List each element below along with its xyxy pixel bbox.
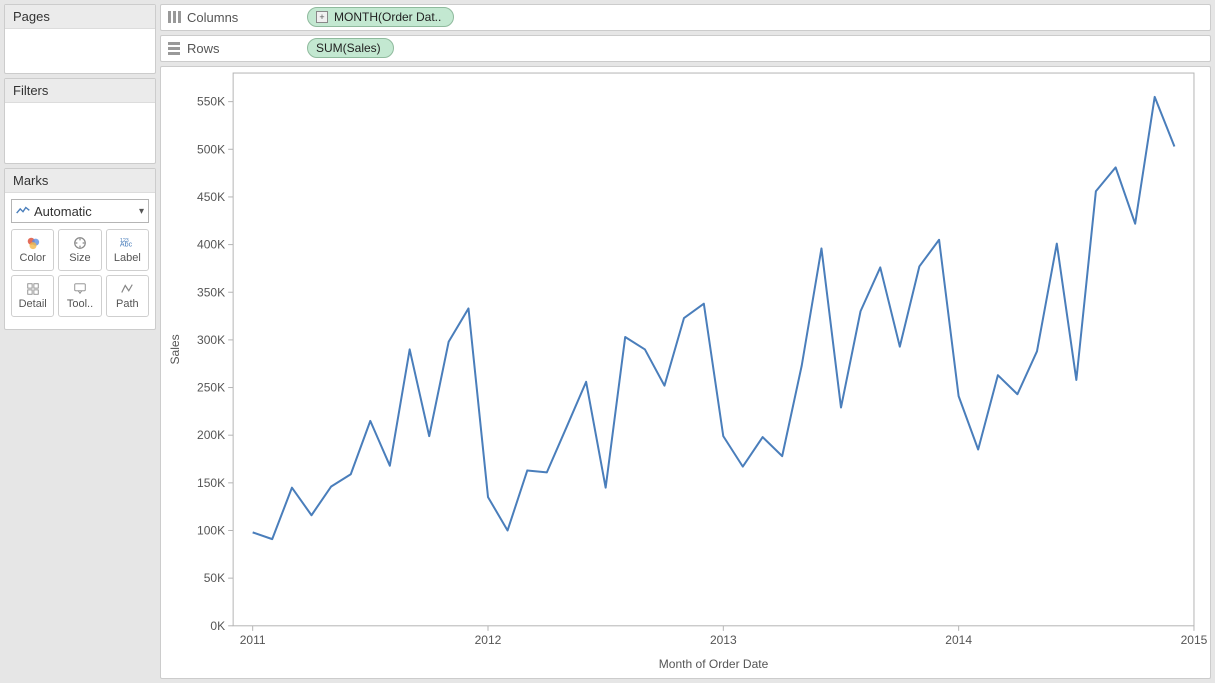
color-button[interactable]: Color <box>11 229 54 271</box>
svg-text:Sales: Sales <box>168 334 182 364</box>
rows-pill[interactable]: SUM(Sales) <box>307 38 394 58</box>
svg-text:Month of Order Date: Month of Order Date <box>659 657 769 671</box>
columns-icon <box>167 10 181 24</box>
svg-text:450K: 450K <box>197 190 225 204</box>
label-icon: Abc 123 <box>119 236 135 250</box>
svg-text:550K: 550K <box>197 94 225 108</box>
svg-text:2013: 2013 <box>710 633 737 647</box>
chart-view[interactable]: 0K 50K 100K 150K 200K 250K 300K 350K 400K 450K 500… <box>160 66 1211 679</box>
svg-text:123: 123 <box>120 238 129 244</box>
path-button[interactable]: Path <box>106 275 149 317</box>
svg-text:100K: 100K <box>197 523 225 537</box>
columns-label: Columns <box>187 10 238 25</box>
size-button[interactable]: Size <box>58 229 101 271</box>
columns-shelf[interactable]: Columns + MONTH(Order Dat.. <box>160 4 1211 31</box>
svg-text:2014: 2014 <box>945 633 972 647</box>
svg-text:0K: 0K <box>210 619 225 633</box>
detail-button[interactable]: Detail <box>11 275 54 317</box>
label-button[interactable]: Abc 123 Label <box>106 229 149 271</box>
svg-text:350K: 350K <box>197 285 225 299</box>
svg-text:300K: 300K <box>197 333 225 347</box>
expand-icon[interactable]: + <box>316 11 328 23</box>
line-chart-icon <box>16 206 30 216</box>
size-icon <box>72 236 88 250</box>
pages-title: Pages <box>5 5 155 29</box>
svg-text:150K: 150K <box>197 476 225 490</box>
path-icon <box>119 282 135 296</box>
svg-text:200K: 200K <box>197 428 225 442</box>
tooltip-icon <box>72 282 88 296</box>
rows-shelf[interactable]: Rows SUM(Sales) <box>160 35 1211 62</box>
rows-icon <box>167 41 181 55</box>
detail-icon <box>25 282 41 296</box>
svg-text:50K: 50K <box>204 571 225 585</box>
line-chart: 0K 50K 100K 150K 200K 250K 300K 350K 400K 450K 500… <box>161 67 1210 678</box>
svg-text:400K: 400K <box>197 237 225 251</box>
columns-pill[interactable]: + MONTH(Order Dat.. <box>307 7 454 27</box>
filters-title: Filters <box>5 79 155 103</box>
marks-title: Marks <box>5 169 155 193</box>
filters-shelf[interactable]: Filters <box>4 78 156 164</box>
svg-text:250K: 250K <box>197 380 225 394</box>
chevron-down-icon: ▾ <box>139 206 144 217</box>
marks-type-label: Automatic <box>34 204 92 219</box>
svg-text:500K: 500K <box>197 142 225 156</box>
marks-type-select[interactable]: Automatic ▾ <box>11 199 149 223</box>
svg-text:2012: 2012 <box>475 633 502 647</box>
marks-card: Marks Automatic ▾ Color <box>4 168 156 330</box>
tooltip-button[interactable]: Tool.. <box>58 275 101 317</box>
svg-text:2011: 2011 <box>240 633 266 647</box>
svg-text:2015: 2015 <box>1181 633 1208 647</box>
pages-shelf[interactable]: Pages <box>4 4 156 74</box>
rows-label: Rows <box>187 41 220 56</box>
color-icon <box>25 236 41 250</box>
